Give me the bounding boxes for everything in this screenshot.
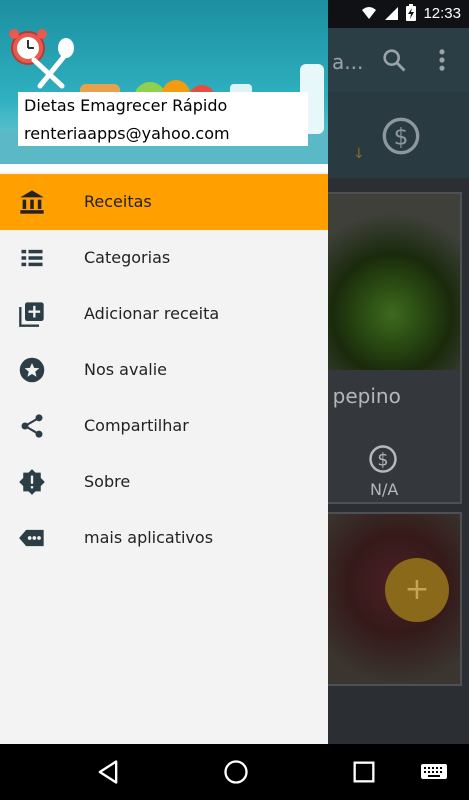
drawer-menu: Receitas Categorias Adicionar receita No… (0, 174, 328, 566)
menu-item-label: mais aplicativos (84, 528, 214, 547)
dollar-icon[interactable]: $ (381, 116, 421, 156)
share-icon (21, 414, 43, 438)
svg-text:$: $ (377, 450, 388, 470)
menu-item-mais-aplicativos[interactable]: mais aplicativos (0, 510, 328, 566)
search-icon[interactable] (380, 46, 408, 74)
system-nav-bar (0, 744, 469, 800)
menu-item-label: Adicionar receita (84, 304, 220, 323)
battery-charging-icon (406, 4, 417, 21)
bank-icon (20, 190, 44, 214)
menu-item-adicionar-receita[interactable]: Adicionar receita (0, 286, 328, 342)
back-icon[interactable] (94, 758, 122, 786)
divider (0, 164, 328, 172)
menu-item-label: Categorias (84, 248, 171, 267)
info-badge-icon (19, 469, 45, 495)
menu-item-label: Receitas (84, 192, 152, 211)
drawer-header: Dietas Emagrecer Rápido renteriaapps@yah… (0, 0, 328, 164)
recipe-price: N/A (370, 480, 399, 499)
sort-arrow-icon: ↓ (353, 146, 365, 162)
home-icon[interactable] (222, 758, 250, 786)
navigation-drawer: Dietas Emagrecer Rápido renteriaapps@yah… (0, 0, 328, 744)
drawer-email: renteriaapps@yahoo.com (24, 124, 230, 143)
menu-item-label: Sobre (84, 472, 131, 491)
menu-item-label: Nos avalie (84, 360, 167, 379)
alarm-clock-fork-spoon-icon (9, 29, 74, 89)
menu-item-receitas[interactable]: Receitas (0, 174, 328, 230)
drawer-app-name: Dietas Emagrecer Rápido (24, 96, 228, 115)
recent-apps-icon[interactable] (350, 758, 378, 786)
more-tag-icon (19, 529, 44, 547)
svg-text:$: $ (394, 122, 409, 150)
menu-item-compartilhar[interactable]: Compartilhar (0, 398, 328, 454)
signal-icon (385, 7, 399, 20)
app-title: a... (332, 50, 364, 74)
status-time: 12:33 (423, 4, 461, 22)
menu-item-nos-avalie[interactable]: Nos avalie (0, 342, 328, 398)
dollar-icon: $ (369, 445, 397, 473)
menu-item-sobre[interactable]: Sobre (0, 454, 328, 510)
menu-item-categorias[interactable]: Categorias (0, 230, 328, 286)
star-circle-icon (19, 357, 45, 383)
more-vert-icon[interactable] (432, 46, 452, 74)
keyboard-icon[interactable] (420, 760, 448, 784)
add-fab-button[interactable]: + (385, 558, 449, 622)
wifi-icon (362, 7, 377, 19)
list-icon (21, 249, 43, 267)
menu-item-label: Compartilhar (84, 416, 189, 435)
header-label-box: Dietas Emagrecer Rápido renteriaapps@yah… (18, 92, 308, 146)
add-box-icon (19, 302, 44, 327)
